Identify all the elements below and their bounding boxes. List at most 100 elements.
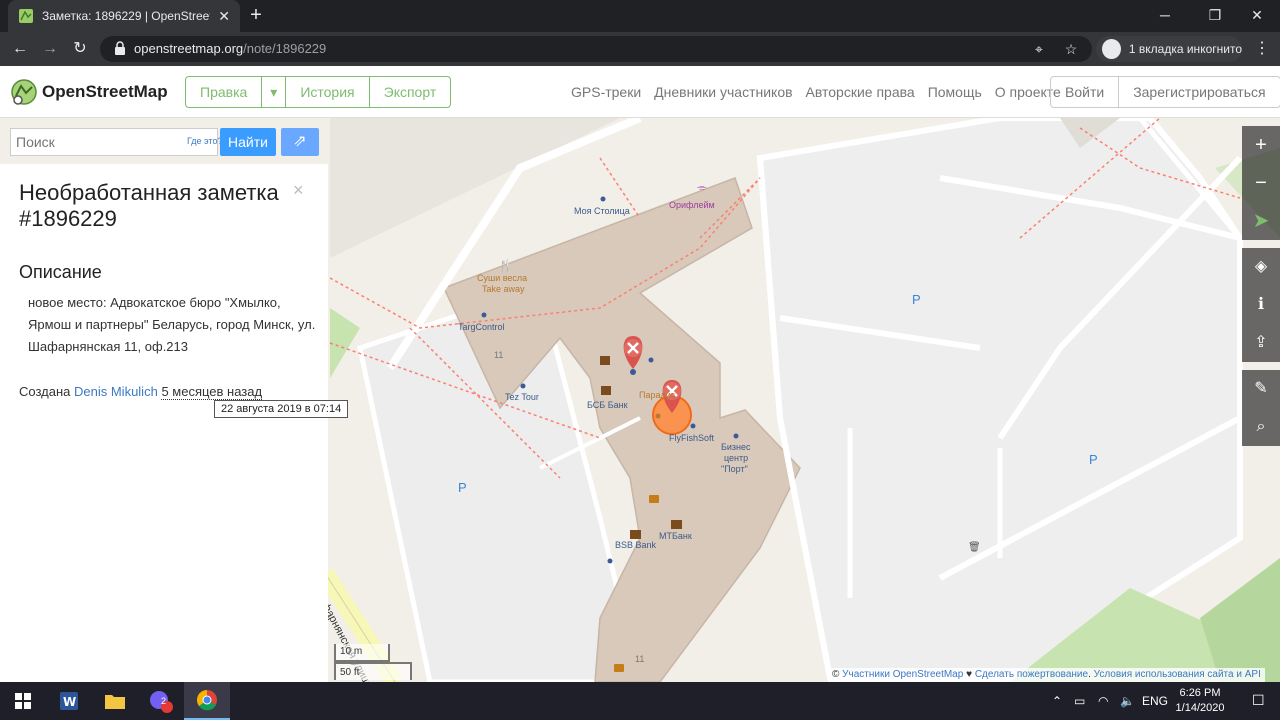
note-marker-selected[interactable] — [652, 380, 692, 435]
where-is-this-link[interactable]: Где это? — [187, 136, 222, 146]
waste-basket-icon[interactable]: 🗑 — [968, 541, 981, 553]
window-close-icon[interactable]: ✕ — [1234, 0, 1280, 32]
note-tools: ✎ ⌕ — [1242, 370, 1280, 446]
auth-button-group: Войти Зарегистрироваться — [1050, 76, 1280, 108]
browser-toolbar: ← → ↻ openstreetmap.org/note/1896229 ⌖ ☆… — [0, 32, 1280, 66]
tab-close-icon[interactable]: ✕ — [218, 8, 230, 25]
parking-icon: P — [1089, 452, 1098, 467]
wifi-icon[interactable]: ◠ — [1098, 694, 1108, 708]
export-button[interactable]: Экспорт — [370, 77, 451, 107]
new-tab-icon[interactable]: + — [244, 4, 268, 28]
address-bar[interactable]: openstreetmap.org/note/1896229 ⌖ ☆ — [100, 36, 1092, 62]
donate-link[interactable]: Сделать пожертвование — [975, 669, 1088, 680]
browser-tab[interactable]: Заметка: 1896229 | OpenStreetM ✕ — [8, 0, 240, 32]
terms-link[interactable]: Условия использования сайта и API — [1094, 669, 1261, 680]
info-icon[interactable]: ℹ — [1242, 286, 1280, 324]
word-icon[interactable]: W — [46, 682, 92, 720]
poi-dot[interactable] — [690, 423, 696, 429]
add-note-icon[interactable]: ✎ — [1242, 370, 1280, 408]
directions-icon[interactable]: ⇗ — [281, 128, 319, 156]
map-area[interactable]: ⌯ 🍴 🗑 Моя Столица Орифлейм Суши весла Ta… — [0, 118, 1280, 682]
zoom-in-icon[interactable]: + — [1242, 126, 1280, 164]
poi-label: TargControl — [458, 322, 505, 332]
osm-logo-icon[interactable] — [10, 78, 38, 106]
cafe-icon[interactable] — [614, 664, 624, 672]
nav-gps-traces[interactable]: GPS-треки — [571, 84, 641, 100]
browser-tabbar: Заметка: 1896229 | OpenStreetM ✕ + ─ ❐ ✕ — [0, 0, 1280, 32]
cafe-icon[interactable] — [649, 495, 659, 503]
poi-label: БСБ Банк — [587, 400, 628, 410]
poi-label: FlyFishSoft — [669, 433, 715, 443]
url-text: openstreetmap.org/note/1896229 — [134, 41, 327, 56]
osm-brand[interactable]: OpenStreetMap — [42, 82, 168, 102]
search-button[interactable]: Найти — [220, 128, 276, 156]
poi-dot[interactable] — [648, 357, 654, 363]
share-icon[interactable]: ⇪ — [1242, 324, 1280, 362]
language-indicator[interactable]: ENG — [1142, 694, 1168, 708]
poi-dot[interactable] — [607, 558, 613, 564]
lock-icon — [115, 41, 125, 55]
reload-icon[interactable]: ↻ — [68, 37, 92, 61]
map-attribution: © Участники OpenStreetMap ♥ Сделать поже… — [828, 668, 1265, 682]
edit-dropdown-icon[interactable]: ▾ — [262, 77, 287, 107]
poi-label: центр — [724, 453, 749, 463]
maximize-icon[interactable]: ❐ — [1192, 0, 1238, 32]
login-button[interactable]: Войти — [1051, 77, 1120, 107]
poi-label: Паради́с — [639, 390, 676, 400]
signup-button[interactable]: Зарегистрироваться — [1119, 77, 1279, 107]
parking-icon: P — [458, 480, 467, 495]
author-link[interactable]: Denis Mikulich — [74, 384, 158, 399]
restaurant-icon[interactable]: 🍴 — [498, 259, 513, 273]
minimize-icon[interactable]: ─ — [1142, 0, 1188, 32]
bank-icon[interactable] — [630, 530, 641, 539]
bookmark-star-icon[interactable]: ☆ — [1062, 40, 1080, 58]
parking-icon: P — [912, 292, 921, 307]
tray-chevron-icon[interactable]: ⌃ — [1052, 694, 1062, 708]
bank-icon[interactable] — [671, 520, 682, 529]
poi-dot[interactable] — [733, 433, 739, 439]
created-time[interactable]: 5 месяцев назад — [161, 384, 263, 400]
start-windows-icon[interactable] — [0, 682, 46, 720]
chrome-icon[interactable] — [184, 682, 230, 720]
notifications-icon[interactable]: ☐ — [1252, 692, 1265, 709]
file-explorer-icon[interactable] — [92, 682, 138, 720]
close-sidebar-icon[interactable]: × — [293, 180, 304, 201]
poi-dot[interactable] — [520, 383, 526, 389]
history-button[interactable]: История — [286, 77, 370, 107]
layers-icon[interactable]: ◈ — [1242, 248, 1280, 286]
location-target-icon[interactable]: ⌖ — [1030, 40, 1048, 58]
note-title: Необработанная заметка #1896229 — [19, 180, 279, 231]
poi-label: Моя Столица — [574, 206, 630, 216]
tray-device-icon[interactable]: ▭ — [1074, 694, 1085, 708]
locate-icon[interactable]: ➤ — [1242, 202, 1280, 240]
incognito-indicator[interactable]: 1 вкладка инкогнито — [1096, 36, 1242, 62]
poi-dot[interactable] — [600, 196, 606, 202]
osm-header: OpenStreetMap Правка ▾ История Экспорт G… — [0, 66, 1280, 118]
taskbar-clock[interactable]: 6:26 PM 1/14/2020 — [1168, 686, 1232, 716]
poi-label: Бизнес — [721, 442, 751, 452]
nav-help[interactable]: Помощь — [928, 84, 982, 100]
header-nav: GPS-треки Дневники участников Авторские … — [571, 84, 1074, 100]
viber-icon[interactable]: 2 — [138, 682, 184, 720]
query-features-icon[interactable]: ⌕ — [1242, 408, 1280, 446]
contributors-link[interactable]: Участники OpenStreetMap — [842, 669, 963, 680]
house-number: 11 — [635, 654, 645, 664]
cosmetics-icon[interactable]: ⌯ — [697, 180, 707, 194]
poi-label: Take away — [482, 284, 525, 294]
zoom-out-icon[interactable]: − — [1242, 164, 1280, 202]
created-time-tooltip: 22 августа 2019 в 07:14 — [214, 400, 349, 418]
poi-dot[interactable] — [481, 312, 487, 318]
atm-icon[interactable] — [600, 356, 610, 365]
browser-menu-icon[interactable]: ⋮ — [1250, 37, 1274, 61]
back-icon[interactable]: ← — [8, 37, 32, 61]
volume-icon[interactable]: 🔈 — [1120, 694, 1135, 708]
forward-icon[interactable]: → — [38, 37, 62, 61]
edit-button[interactable]: Правка — [186, 77, 263, 107]
note-marker-secondary[interactable] — [623, 336, 643, 375]
nav-copyright[interactable]: Авторские права — [806, 84, 915, 100]
svg-text:W: W — [63, 695, 76, 709]
map-tools: ◈ ℹ ⇪ — [1242, 248, 1280, 362]
search-bar: Где это? Найти ⇗ — [10, 128, 320, 156]
nav-diaries[interactable]: Дневники участников — [654, 84, 792, 100]
bank-icon[interactable] — [601, 386, 611, 395]
